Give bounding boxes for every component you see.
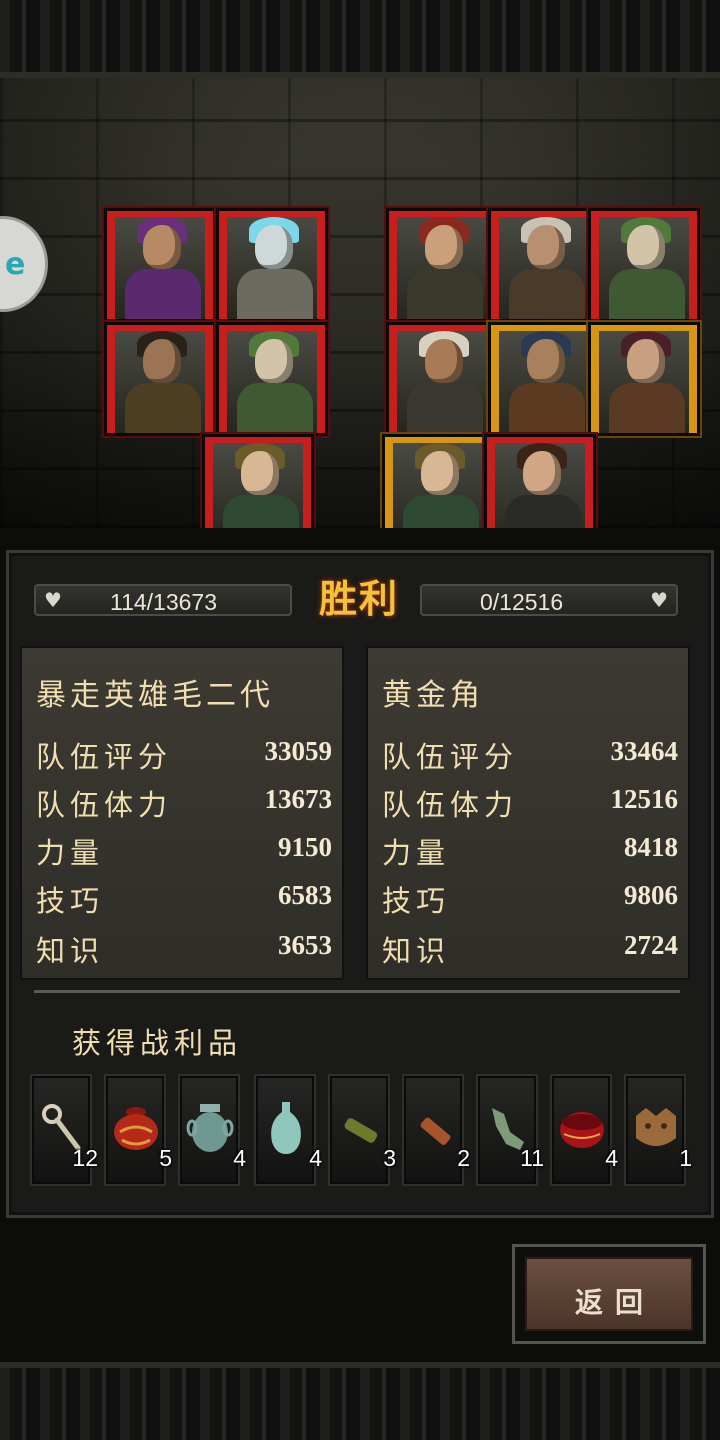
stat-label: 知识 [36,934,105,968]
hero-portrait-old-sailor[interactable] [214,320,330,438]
enemy-hp-text: 0/12516 [480,589,564,615]
loot-count: 11 [520,1145,544,1171]
stat-label: 知识 [382,934,451,968]
stat-value: 3653 [278,930,332,960]
stat-value: 13673 [264,784,333,814]
loot-count: 4 [233,1145,246,1171]
enemy-portrait-goggles[interactable] [486,320,602,438]
stat-row-team-stamina: 队伍体力 13673 [36,782,332,822]
stat-value: 9806 [624,880,678,910]
stat-row-knowledge: 知识 2724 [382,928,678,968]
stat-row-skill: 技巧 9806 [382,878,678,918]
stat-value: 9150 [278,832,332,862]
enemy-portrait-explorer[interactable] [380,432,496,528]
loot-title: 获得战利品 [72,1026,243,1060]
stat-label: 技巧 [36,884,105,918]
red-lacquer-box-icon [560,1112,604,1148]
stat-label: 队伍体力 [382,788,519,822]
loot-slot[interactable]: 3 [328,1074,396,1186]
stat-value: 33464 [610,736,679,766]
player-hp-text: 114/13673 [110,589,218,615]
back-button[interactable]: 返回 [512,1244,706,1344]
loot-slot[interactable]: 1 [624,1074,692,1186]
loot-slot[interactable]: 2 [402,1074,470,1186]
stat-label: 力量 [382,836,451,870]
player-hp-bar: ♥ 114/13673 [34,584,292,616]
stat-value: 2724 [624,930,678,960]
player-team-name: 暴走英雄毛二代 [36,678,274,713]
stat-value: 33059 [264,736,333,766]
player-team-stats: 暴走英雄毛二代 队伍评分 33059 队伍体力 13673 力量 9150 技巧… [20,646,344,980]
loot-slot[interactable]: 4 [178,1074,246,1186]
bronze-mask-icon [636,1108,676,1146]
loot-count: 2 [457,1145,470,1171]
loot-slot[interactable]: 4 [254,1074,322,1186]
enemy-portrait-old-sailor[interactable] [586,206,702,324]
loot-count: 4 [309,1145,322,1171]
side-widget-icon: e [5,247,26,282]
stat-row-strength: 力量 9150 [36,830,332,870]
stat-row-team-score: 队伍评分 33059 [36,734,332,774]
loot-count: 1 [679,1145,692,1171]
enemy-portrait-leather-girl[interactable] [586,320,702,438]
heart-icon: ♥ [650,588,668,612]
enemy-portrait-fighter-girl[interactable] [482,432,598,528]
hero-portrait-explorer[interactable] [200,432,316,528]
victory-badge: 胜利 [318,576,399,621]
stat-row-skill: 技巧 6583 [36,878,332,918]
hero-portrait-cowgirl[interactable] [102,206,218,324]
stat-label: 力量 [36,836,105,870]
loot-slot[interactable]: 12 [30,1074,98,1186]
battle-scene: e [0,78,720,528]
bottom-decorative-border [0,1362,720,1440]
loot-count: 4 [605,1145,618,1171]
loot-count: 3 [383,1145,396,1171]
back-button-label: 返回 [574,1286,655,1319]
stat-value: 6583 [278,880,332,910]
celadon-vase-icon [271,1102,301,1154]
stat-label: 队伍评分 [382,740,519,774]
heart-icon: ♥ [44,588,62,612]
stat-label: 队伍体力 [36,788,173,822]
stat-row-team-score: 队伍评分 33464 [382,734,678,774]
section-divider [34,990,680,993]
loot-slot[interactable]: 11 [476,1074,544,1186]
enemy-portrait-bandana[interactable] [384,320,500,438]
enemy-team-name: 黄金角 [382,678,484,713]
bronze-vessel-icon [186,1104,234,1152]
loot-slot[interactable]: 5 [104,1074,172,1186]
stat-value: 8418 [624,832,678,862]
red-lacquer-jar-icon [114,1107,158,1150]
stat-label: 技巧 [382,884,451,918]
stat-row-strength: 力量 8418 [382,830,678,870]
top-decorative-border [0,0,720,78]
stat-row-knowledge: 知识 3653 [36,928,332,968]
hero-portrait-cyber-punk[interactable] [214,206,330,324]
loot-count: 5 [159,1145,172,1171]
loot-count: 12 [72,1145,98,1171]
hero-portrait-fur-coat[interactable] [102,320,218,438]
stat-label: 队伍评分 [36,740,173,774]
jade-cylinder-icon [344,1118,378,1143]
stat-row-team-stamina: 队伍体力 12516 [382,782,678,822]
enemy-portrait-bearded-elder[interactable] [486,206,602,324]
stat-value: 12516 [610,784,679,814]
enemy-portrait-redhead[interactable] [384,206,500,324]
enemy-team-stats: 黄金角 队伍评分 33464 队伍体力 12516 力量 8418 技巧 980… [366,646,690,980]
loot-slot[interactable]: 4 [550,1074,618,1186]
wooden-scroll-icon [420,1117,451,1145]
enemy-hp-bar: 0/12516 ♥ [420,584,678,616]
